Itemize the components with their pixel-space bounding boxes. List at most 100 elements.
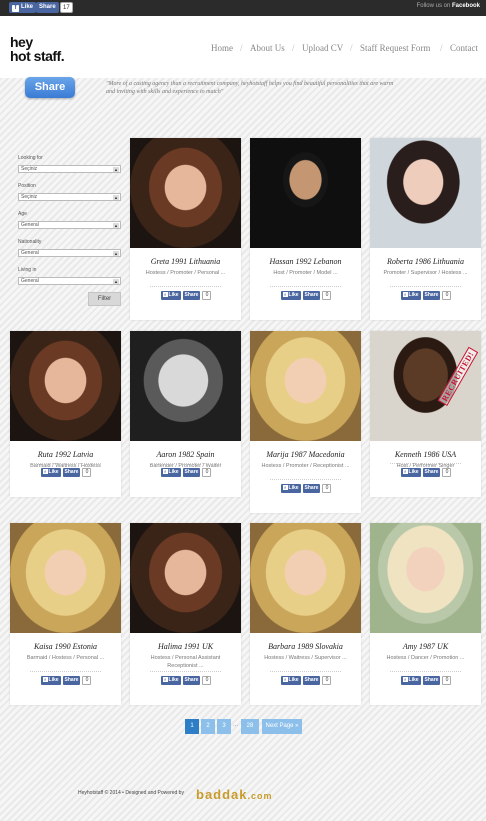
profile-name[interactable]: Amy 1987 UK: [370, 642, 481, 651]
follow-link[interactable]: Follow us on Facebook: [417, 3, 480, 9]
nav-about-us[interactable]: About Us: [250, 43, 285, 53]
facebook-icon: f: [162, 292, 168, 297]
card-like-button[interactable]: f Like: [400, 468, 421, 477]
card-like-button[interactable]: f Like: [280, 291, 301, 300]
card-share-button[interactable]: Share: [302, 484, 321, 493]
profile-name[interactable]: Aaron 1982 Spain: [130, 450, 241, 459]
card-divider: [270, 479, 341, 480]
card-like-button[interactable]: f Like: [40, 468, 61, 477]
card-like-button[interactable]: f Like: [160, 676, 181, 685]
profile-card[interactable]: Halima 1991 UK Hostess / Personal Assista…: [130, 523, 241, 705]
card-social-buttons: f Like Share 0: [370, 676, 481, 685]
nav-home[interactable]: Home: [211, 43, 233, 53]
like-label: Like: [408, 677, 419, 683]
share-count: 17: [60, 2, 73, 13]
profile-card[interactable]: RECRUITED! Kenneth 1986 USA Host / Perform…: [370, 331, 481, 497]
card-share-button[interactable]: Share: [182, 676, 201, 685]
facebook-icon: f: [42, 677, 48, 682]
profile-name[interactable]: Marija 1987 Macedonia: [250, 450, 361, 459]
profile-card[interactable]: Hassan 1992 Lebanon Host / Promoter / Mod…: [250, 138, 361, 320]
card-like-button[interactable]: f Like: [280, 676, 301, 685]
filter-button[interactable]: Filter: [88, 292, 121, 306]
card-share-button[interactable]: Share: [62, 676, 81, 685]
living-in-select[interactable]: General ▲: [18, 277, 121, 285]
page-1-button[interactable]: 1: [185, 719, 199, 734]
profile-photo[interactable]: [130, 523, 241, 633]
share-count: 0: [322, 291, 332, 300]
card-divider: [270, 286, 341, 287]
profile-name[interactable]: Roberta 1986 Lithuania: [370, 257, 481, 266]
page-2-button[interactable]: 2: [201, 719, 215, 734]
baddak-logo[interactable]: baddak.com: [196, 787, 273, 802]
profile-photo[interactable]: [250, 331, 361, 441]
card-like-button[interactable]: f Like: [400, 676, 421, 685]
nav-upload-cv[interactable]: Upload CV: [302, 43, 343, 53]
like-label: Like: [288, 677, 299, 683]
profile-photo[interactable]: [250, 523, 361, 633]
card-divider: [150, 286, 221, 287]
card-share-button[interactable]: Share: [182, 291, 201, 300]
facebook-icon: f: [162, 677, 168, 682]
card-share-button[interactable]: Share: [62, 468, 81, 477]
facebook-icon: f: [402, 292, 408, 297]
facebook-icon: f: [282, 292, 288, 297]
profile-photo[interactable]: [130, 331, 241, 441]
profile-name[interactable]: Kaisa 1990 Estonia: [10, 642, 121, 651]
profile-card[interactable]: Marija 1987 Macedonia Hostess / Promoter …: [250, 331, 361, 513]
tagline: "More of a casting agency than a recruit…: [106, 81, 394, 95]
card-share-button[interactable]: Share: [422, 291, 441, 300]
card-like-button[interactable]: f Like: [40, 676, 61, 685]
profile-card[interactable]: Barbara 1989 Slovakia Hostess / Waitress …: [250, 523, 361, 705]
dropdown-arrow-icon: ▲: [113, 167, 119, 172]
next-page-button[interactable]: Next Page »: [262, 719, 302, 734]
profile-photo[interactable]: [250, 138, 361, 248]
position-select[interactable]: Seçiniz ▲: [18, 193, 121, 201]
main-nav: Home / About Us / Upload CV / Staff Requ…: [0, 43, 486, 55]
card-share-button[interactable]: Share: [302, 291, 321, 300]
age-select[interactable]: General ▲: [18, 221, 121, 229]
profile-photo[interactable]: [370, 523, 481, 633]
card-share-button[interactable]: Share: [422, 676, 441, 685]
nav-separator: /: [240, 43, 243, 53]
share-count: 0: [322, 484, 332, 493]
page-28-button[interactable]: 28: [241, 719, 259, 734]
profile-name[interactable]: Greta 1991 Lithuania: [130, 257, 241, 266]
profile-name[interactable]: Halima 1991 UK: [130, 642, 241, 651]
nationality-select[interactable]: General ▲: [18, 249, 121, 257]
profile-roles: Hostess / Promoter / Personal ...: [145, 270, 226, 276]
filter-label: Position: [18, 183, 36, 189]
share-count: 0: [202, 468, 212, 477]
profile-name[interactable]: Kenneth 1986 USA: [370, 450, 481, 459]
facebook-share-button[interactable]: Share: [36, 2, 59, 13]
profile-card[interactable]: Aaron 1982 Spain Bartender / Promoter / W…: [130, 331, 241, 497]
card-social-buttons: f Like Share 0: [250, 484, 361, 493]
profile-card[interactable]: Kaisa 1990 Estonia Barmaid / Hostess / Pe…: [10, 523, 121, 705]
page-3-button[interactable]: 3: [217, 719, 231, 734]
card-share-button[interactable]: Share: [302, 676, 321, 685]
nav-contact[interactable]: Contact: [450, 43, 478, 53]
profile-name[interactable]: Hassan 1992 Lebanon: [250, 257, 361, 266]
profile-card[interactable]: Ruta 1992 Latvia Barmaid / Waitress / Hos…: [10, 331, 121, 497]
profile-photo[interactable]: [10, 523, 121, 633]
profile-card[interactable]: Greta 1991 Lithuania Hostess / Promoter /…: [130, 138, 241, 320]
profile-name[interactable]: Barbara 1989 Slovakia: [250, 642, 361, 651]
profile-photo[interactable]: [370, 138, 481, 248]
card-like-button[interactable]: f Like: [280, 484, 301, 493]
profile-photo[interactable]: RECRUITED!: [370, 331, 481, 441]
looking-for-select[interactable]: Seçiniz ▲: [18, 165, 121, 173]
profile-name[interactable]: Ruta 1992 Latvia: [10, 450, 121, 459]
card-share-button[interactable]: Share: [422, 468, 441, 477]
profile-photo[interactable]: [130, 138, 241, 248]
profile-card[interactable]: Amy 1987 UK Hostess / Dancer / Promotion …: [370, 523, 481, 705]
nav-staff-request-form[interactable]: Staff Request Form: [360, 43, 430, 53]
card-like-button[interactable]: f Like: [160, 291, 181, 300]
card-like-button[interactable]: f Like: [400, 291, 421, 300]
share-count: 0: [82, 676, 92, 685]
card-like-button[interactable]: f Like: [160, 468, 181, 477]
facebook-like-button[interactable]: f Like: [9, 2, 37, 13]
share-button[interactable]: Share: [25, 77, 75, 98]
profile-card[interactable]: Roberta 1986 Lithuania Promoter / Supervi…: [370, 138, 481, 320]
profile-photo[interactable]: [10, 331, 121, 441]
card-share-button[interactable]: Share: [182, 468, 201, 477]
share-count: 0: [202, 676, 212, 685]
